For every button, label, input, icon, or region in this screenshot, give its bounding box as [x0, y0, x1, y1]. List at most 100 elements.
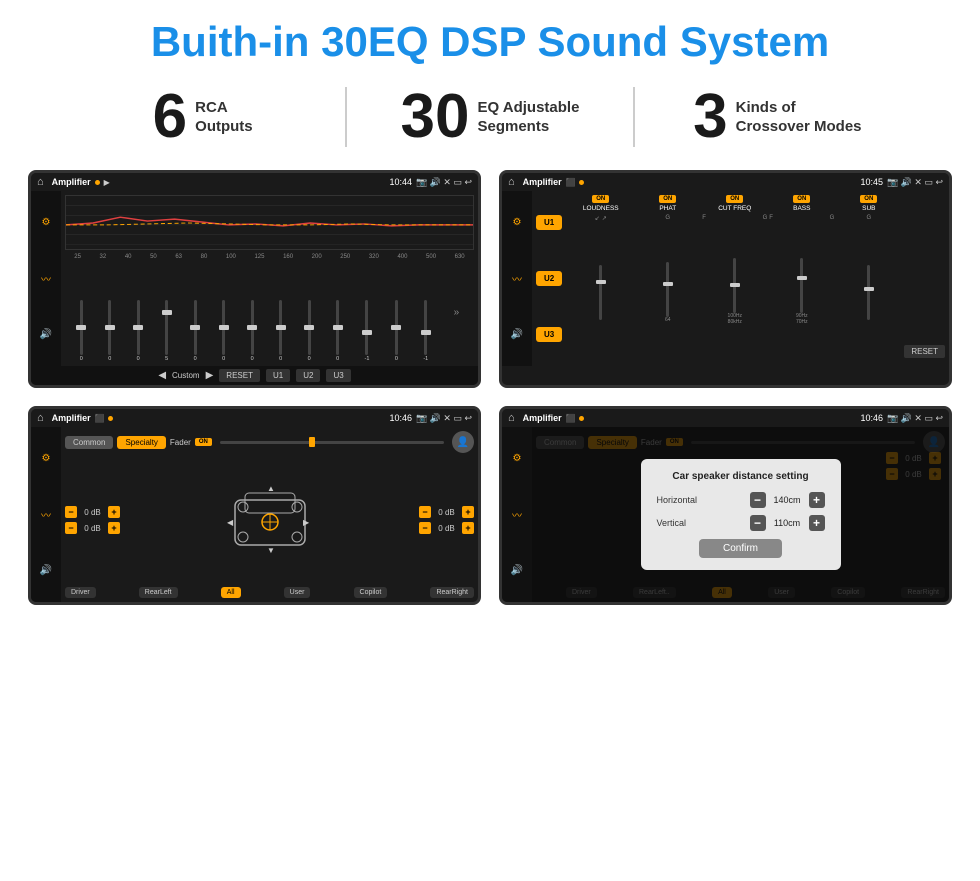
eq-track-3[interactable]	[165, 300, 168, 355]
eq-track-0[interactable]	[80, 300, 83, 355]
eq-track-12[interactable]	[424, 300, 427, 355]
preset-u1[interactable]: U1	[536, 215, 562, 230]
eq-thumb-1[interactable]	[105, 325, 115, 330]
u3-button[interactable]: U3	[326, 369, 350, 382]
all-btn[interactable]: All	[221, 587, 241, 598]
more-icon[interactable]: »	[454, 307, 460, 318]
fader-specialty-tab[interactable]: Specialty	[117, 436, 165, 449]
fader-home-icon[interactable]: ⌂	[37, 412, 44, 424]
left-plus-1[interactable]: +	[108, 506, 120, 518]
preset-u2[interactable]: U2	[536, 271, 562, 286]
cutfreq-thumb[interactable]	[730, 283, 740, 287]
xover-speaker-icon[interactable]: 🔊	[511, 329, 523, 340]
copilot-btn[interactable]: Copilot	[354, 587, 388, 598]
eq-track-6[interactable]	[251, 300, 254, 355]
next-icon[interactable]: ▶	[206, 370, 214, 381]
bass-track[interactable]	[800, 258, 803, 313]
dist-filter-icon[interactable]: ⚙	[513, 453, 522, 464]
u2-button[interactable]: U2	[296, 369, 320, 382]
phat-on: ON	[659, 195, 676, 203]
xover-reset-button[interactable]: RESET	[904, 345, 945, 358]
xover-icon1: ⬛	[566, 178, 576, 187]
preset-u3[interactable]: U3	[536, 327, 562, 342]
phat-thumb[interactable]	[663, 282, 673, 286]
eq-thumb-9[interactable]	[333, 325, 343, 330]
fader-filter-icon[interactable]: ⚙	[42, 453, 51, 464]
home-icon[interactable]: ⌂	[37, 176, 44, 188]
distance-dialog: Car speaker distance setting Horizontal …	[641, 459, 841, 570]
left-minus-1[interactable]: −	[65, 506, 77, 518]
eq-track-7[interactable]	[279, 300, 282, 355]
eq-track-4[interactable]	[194, 300, 197, 355]
fader-common-tab[interactable]: Common	[65, 436, 113, 449]
xover-filter-icon[interactable]: ⚙	[513, 217, 522, 228]
stat-eq: 30 EQ AdjustableSegments	[347, 86, 632, 148]
prev-icon[interactable]: ◀	[158, 370, 166, 381]
fader-status-icons: 📷 🔊 ✕ ▭ ↩	[416, 413, 472, 424]
u1-button[interactable]: U1	[266, 369, 290, 382]
eq-track-1[interactable]	[108, 300, 111, 355]
loudness-label: LOUDNESS	[583, 205, 619, 212]
eq-status-icons: 📷 🔊 ✕ ▭ ↩	[416, 177, 472, 188]
eq-wave-icon[interactable]: 〰	[41, 271, 51, 286]
eq-thumb-11[interactable]	[391, 325, 401, 330]
rearleft-btn[interactable]: RearLeft	[139, 587, 178, 598]
eq-track-2[interactable]	[137, 300, 140, 355]
eq-thumb-7[interactable]	[276, 325, 286, 330]
eq-track-11[interactable]	[395, 300, 398, 355]
xover-wave-icon[interactable]: 〰	[512, 271, 522, 286]
reset-button[interactable]: RESET	[219, 369, 260, 382]
eq-thumb-2[interactable]	[133, 325, 143, 330]
user-btn[interactable]: User	[284, 587, 311, 598]
right-minus-2[interactable]: −	[419, 522, 431, 534]
fader-thumb[interactable]	[309, 437, 315, 447]
loudness-thumb[interactable]	[596, 280, 606, 284]
cutfreq-track[interactable]	[733, 258, 736, 313]
loudness-track[interactable]	[599, 265, 602, 320]
bass-thumb[interactable]	[797, 276, 807, 280]
rearright-btn[interactable]: RearRight	[430, 587, 474, 598]
eq-thumb-0[interactable]	[76, 325, 86, 330]
left-minus-2[interactable]: −	[65, 522, 77, 534]
eq-speaker-icon[interactable]: 🔊	[40, 329, 52, 340]
fader-track[interactable]	[220, 441, 444, 444]
eq-thumb-4[interactable]	[190, 325, 200, 330]
eq-track-10[interactable]	[365, 300, 368, 355]
car-svg: ▲ ▼ ◀ ▶	[225, 485, 315, 555]
dist-wave-icon[interactable]: 〰	[512, 507, 522, 522]
eq-thumb-8[interactable]	[304, 325, 314, 330]
eq-track-5[interactable]	[222, 300, 225, 355]
dist-speaker-icon[interactable]: 🔊	[511, 565, 523, 576]
horizontal-minus-button[interactable]: −	[750, 492, 766, 508]
vertical-plus-button[interactable]: +	[809, 515, 825, 531]
eq-bottom-bar: ◀ Custom ▶ RESET U1 U2 U3	[31, 366, 478, 385]
phat-track[interactable]	[666, 262, 669, 317]
xover-home-icon[interactable]: ⌂	[508, 176, 515, 188]
right-plus-2[interactable]: +	[462, 522, 474, 534]
stat-rca: 6 RCAOutputs	[60, 86, 345, 148]
eq-slider-0: 0	[80, 300, 83, 362]
fader-speaker-icon[interactable]: 🔊	[40, 565, 52, 576]
sub-track[interactable]	[867, 265, 870, 320]
eq-thumb-12[interactable]	[421, 330, 431, 335]
right-minus-1[interactable]: −	[419, 506, 431, 518]
right-vol-control: − 0 dB + − 0 dB +	[419, 506, 474, 534]
fader-wave-icon[interactable]: 〰	[41, 507, 51, 522]
eq-thumb-6[interactable]	[247, 325, 257, 330]
left-plus-2[interactable]: +	[108, 522, 120, 534]
eq-track-8[interactable]	[308, 300, 311, 355]
eq-thumb-10[interactable]	[362, 330, 372, 335]
eq-track-9[interactable]	[336, 300, 339, 355]
driver-btn[interactable]: Driver	[65, 587, 96, 598]
confirm-button[interactable]: Confirm	[699, 539, 782, 558]
eq-filter-icon[interactable]: ⚙	[42, 217, 51, 228]
avatar-icon[interactable]: 👤	[452, 431, 474, 453]
vertical-minus-button[interactable]: −	[750, 515, 766, 531]
dist-home-icon[interactable]: ⌂	[508, 412, 515, 424]
horizontal-plus-button[interactable]: +	[809, 492, 825, 508]
eq-thumb-3[interactable]	[162, 310, 172, 315]
right-plus-1[interactable]: +	[462, 506, 474, 518]
eq-val-5: 0	[222, 356, 225, 362]
eq-thumb-5[interactable]	[219, 325, 229, 330]
sub-thumb[interactable]	[864, 287, 874, 291]
